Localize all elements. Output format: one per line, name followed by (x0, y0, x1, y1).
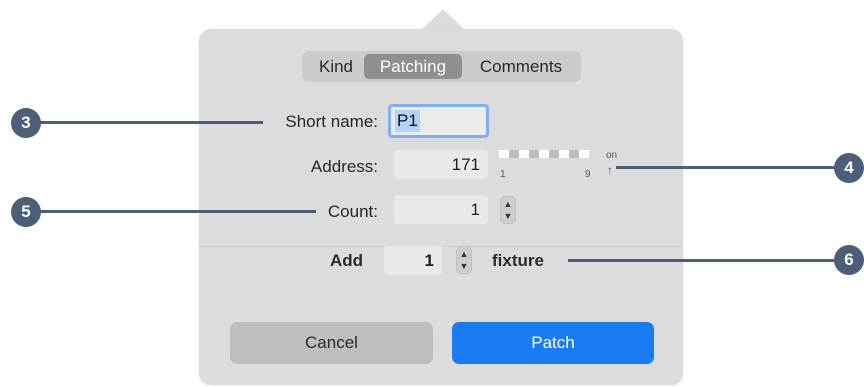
up-arrow-icon: ↑ (607, 163, 613, 177)
count-stepper[interactable]: ▲ ▼ (500, 196, 516, 224)
short-name-value: P1 (395, 110, 420, 132)
fixture-quantity-stepper[interactable]: ▲ ▼ (456, 246, 472, 274)
chevron-up-icon[interactable]: ▲ (457, 248, 471, 260)
fixture-unit-label: fixture (492, 251, 544, 270)
patch-button[interactable]: Patch (452, 322, 654, 364)
callout-badge-6: 6 (834, 245, 864, 275)
indicator-end-label: 9 (585, 169, 591, 180)
callout-line-4 (616, 166, 840, 169)
on-label: on (606, 150, 618, 161)
callout-line-3 (40, 121, 263, 124)
chevron-up-icon[interactable]: ▲ (501, 198, 515, 210)
tab-segmented-control: Kind Patching Comments (302, 51, 581, 82)
count-field[interactable]: 1 (394, 195, 488, 224)
tab-patching[interactable]: Patching (364, 54, 462, 79)
address-label: Address: (310, 157, 378, 176)
callout-line-6 (568, 259, 840, 262)
callout-badge-3: 3 (11, 108, 41, 138)
add-label-text: Add (330, 251, 364, 270)
address-field[interactable]: 171 (394, 150, 488, 179)
chevron-down-icon[interactable]: ▼ (501, 210, 515, 222)
tab-comments[interactable]: Comments (466, 54, 576, 79)
callout-badge-5: 5 (11, 197, 41, 227)
dmx-channel-indicator (499, 150, 595, 162)
callout-line-5 (40, 210, 316, 213)
fixture-quantity-field[interactable]: 1 (384, 246, 442, 275)
chevron-down-icon[interactable]: ▼ (457, 260, 471, 272)
callout-badge-4: 4 (834, 153, 864, 183)
tab-kind[interactable]: Kind (308, 54, 364, 79)
indicator-start-label: 1 (500, 169, 506, 180)
popover-arrow (421, 9, 465, 30)
cancel-button[interactable]: Cancel (230, 322, 433, 364)
